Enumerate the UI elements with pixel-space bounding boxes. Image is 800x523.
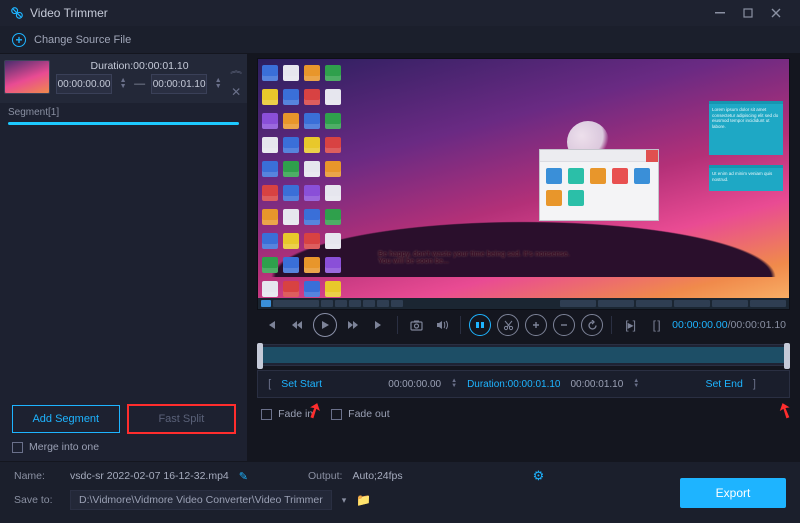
timeline-end-handle[interactable] — [784, 343, 790, 369]
segment-row[interactable]: Duration:00:00:01.10 00:00:00.00 ▲▼ — 00… — [0, 54, 247, 103]
segment-start-input[interactable]: 00:00:00.00 — [56, 74, 112, 94]
range-end-time[interactable]: 00:00:01.10 — [570, 379, 623, 390]
fade-in-checkbox[interactable]: Fade in — [261, 408, 313, 420]
cut-button[interactable] — [497, 314, 519, 336]
timeline-start-handle[interactable] — [257, 343, 263, 369]
timeline-selection — [260, 347, 787, 363]
checkbox-icon — [261, 409, 272, 420]
range-start-spinner[interactable]: ▲▼ — [451, 379, 457, 389]
total-time: 00:00:01.10 — [731, 319, 786, 331]
timeline-track[interactable] — [257, 344, 790, 366]
fade-out-checkbox[interactable]: Fade out — [331, 408, 389, 420]
video-preview[interactable]: Lorem ipsum dolor sit amet consectetur a… — [257, 58, 790, 310]
play-button[interactable] — [313, 313, 337, 337]
change-source-button[interactable]: + — [12, 33, 26, 47]
step-back-button[interactable] — [287, 315, 307, 335]
range-bar: [ Set Start 00:00:00.00 ▲▼ Duration:00:0… — [257, 370, 790, 398]
output-value: Auto;24fps — [352, 470, 402, 482]
fast-split-button[interactable]: Fast Split — [128, 405, 236, 433]
fade-in-label: Fade in — [278, 408, 313, 420]
output-settings-button[interactable]: ⚙ — [533, 468, 545, 484]
segment-end-input[interactable]: 00:00:01.10 — [151, 74, 207, 94]
segment-name-label: Segment[1] — [0, 103, 247, 120]
segment-panel: Duration:00:00:01.10 00:00:00.00 ▲▼ — 00… — [0, 54, 247, 461]
app-logo-icon — [10, 6, 24, 20]
export-button[interactable]: Export — [680, 478, 786, 508]
step-forward-button[interactable] — [343, 315, 363, 335]
range-start-time[interactable]: 00:00:00.00 — [388, 379, 441, 390]
bracket-right-icon: ] — [753, 378, 756, 390]
close-button[interactable] — [762, 0, 790, 26]
range-duration: Duration:00:00:01.10 — [467, 379, 560, 390]
fade-out-label: Fade out — [348, 408, 389, 420]
bracket-in-button[interactable]: [▸] — [620, 315, 640, 335]
player-controls: [▸] [ ] 00:00:00.00/00:00:01.10 — [257, 310, 790, 340]
minimize-button[interactable] — [706, 0, 734, 26]
split-grid-button[interactable] — [469, 314, 491, 336]
segment-progress — [8, 122, 239, 125]
browse-folder-button[interactable]: 📁 — [356, 493, 371, 507]
goto-start-button[interactable] — [261, 315, 281, 335]
rename-button[interactable]: ✎ — [239, 470, 248, 483]
range-end-spinner[interactable]: ▲▼ — [633, 379, 639, 389]
segment-start-spinner[interactable]: ▲▼ — [118, 78, 128, 90]
preview-caption: Be happy, don't waste your time being sa… — [378, 251, 569, 265]
volume-button[interactable] — [432, 315, 452, 335]
preview-desktop-icons — [262, 65, 343, 310]
preview-note: Lorem ipsum dolor sit amet consectetur a… — [709, 101, 783, 155]
segment-duration-label: Duration:00:00:01.10 — [56, 58, 223, 74]
preview-panel: Lorem ipsum dolor sit amet consectetur a… — [247, 54, 800, 461]
name-value: vsdc-sr 2022-02-07 16-12-32.mp4 — [70, 470, 229, 482]
footer: Name: vsdc-sr 2022-02-07 16-12-32.mp4 ✎ … — [0, 461, 800, 523]
set-end-button[interactable]: Set End — [705, 378, 742, 390]
merge-label: Merge into one — [29, 441, 99, 453]
set-start-button[interactable]: Set Start — [281, 378, 322, 390]
maximize-button[interactable] — [734, 0, 762, 26]
segment-collapse-icon[interactable]: ︽ — [230, 65, 242, 75]
undo-button[interactable] — [581, 314, 603, 336]
fade-row: Fade in Fade out — [257, 398, 790, 426]
title-bar: Video Trimmer — [0, 0, 800, 26]
preview-note: Ut enim ad minim veniam quis nostrud. — [709, 165, 783, 191]
bracket-out-button[interactable]: [ ] — [646, 315, 666, 335]
snapshot-button[interactable] — [406, 315, 426, 335]
save-path-dropdown[interactable]: ▾ — [342, 495, 347, 506]
zoom-out-button[interactable] — [553, 314, 575, 336]
zoom-in-button[interactable] — [525, 314, 547, 336]
time-display: 00:00:00.00/00:00:01.10 — [672, 319, 786, 331]
bracket-left-icon: [ — [268, 378, 271, 390]
save-to-label: Save to: — [14, 494, 60, 506]
name-label: Name: — [14, 470, 60, 482]
save-path-input[interactable]: D:\Vidmore\Vidmore Video Converter\Video… — [70, 490, 332, 510]
main-area: Duration:00:00:01.10 00:00:00.00 ▲▼ — 00… — [0, 54, 800, 461]
change-source-label[interactable]: Change Source File — [34, 34, 131, 46]
window-title: Video Trimmer — [30, 6, 706, 20]
source-toolbar: + Change Source File — [0, 26, 800, 54]
segment-end-spinner[interactable]: ▲▼ — [213, 78, 223, 90]
range-dash: — — [134, 78, 145, 90]
merge-checkbox[interactable]: Merge into one — [12, 441, 235, 453]
segment-remove-icon[interactable]: ✕ — [231, 85, 241, 99]
preview-window — [539, 149, 659, 221]
checkbox-icon — [331, 409, 342, 420]
segment-thumbnail[interactable] — [4, 60, 50, 94]
preview-taskbar — [258, 298, 789, 309]
output-label: Output: — [308, 470, 342, 482]
checkbox-icon — [12, 442, 23, 453]
current-time: 00:00:00.00 — [672, 319, 727, 331]
add-segment-button[interactable]: Add Segment — [12, 405, 120, 433]
goto-end-button[interactable] — [369, 315, 389, 335]
